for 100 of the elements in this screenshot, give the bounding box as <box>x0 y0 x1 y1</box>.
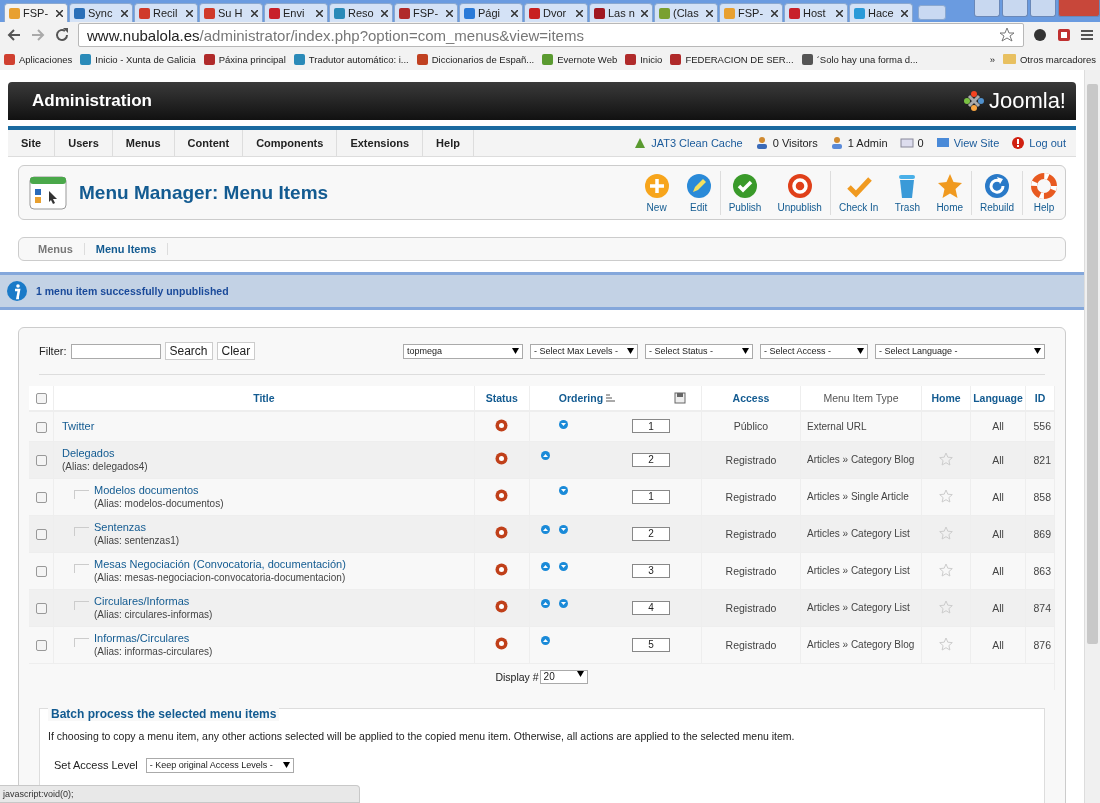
sort-icon[interactable] <box>606 394 617 402</box>
address-field[interactable]: www.nubalola.es/administrator/index.php?option=com_menus&view=items <box>78 23 1024 47</box>
scrollbar-thumb[interactable] <box>1087 84 1098 644</box>
up-arrow-icon[interactable] <box>540 599 550 608</box>
order-field[interactable]: 3 <box>632 563 670 578</box>
toolbar-button[interactable]: New <box>635 168 678 217</box>
status-link[interactable]: JAT3 Clean Cache <box>651 137 743 149</box>
close-icon[interactable] <box>56 9 63 17</box>
close-icon[interactable] <box>121 9 128 17</box>
clear-button[interactable]: Clear <box>216 342 256 360</box>
close-icon[interactable] <box>576 9 583 17</box>
close-icon[interactable] <box>511 9 518 17</box>
toolbar-button[interactable]: Help <box>1023 168 1065 217</box>
up-arrow-icon[interactable] <box>540 525 550 534</box>
menu-item[interactable]: Menus <box>112 130 175 156</box>
down-arrow-icon[interactable] <box>558 419 568 429</box>
filter-field[interactable] <box>70 343 161 359</box>
row-checkbox[interactable] <box>35 421 47 433</box>
status-link[interactable]: 1 Admin <box>847 137 888 149</box>
toolbar-button[interactable]: Check In <box>830 168 887 217</box>
bookmark[interactable]: FEDERACION DE SER... <box>685 53 794 65</box>
select-dropdown[interactable]: topmega <box>403 343 523 359</box>
status-link[interactable]: 0 Visitors <box>772 137 818 149</box>
menu-item[interactable]: Content <box>174 130 244 156</box>
down-arrow-icon[interactable] <box>558 486 568 495</box>
unpublished-icon[interactable] <box>495 563 509 576</box>
item-title-link[interactable]: Mesas Negociación (Convocatoria, documentación) <box>94 558 346 570</box>
star-icon[interactable] <box>939 488 953 503</box>
unpublished-icon[interactable] <box>495 489 509 502</box>
down-arrow-icon[interactable] <box>558 525 568 534</box>
browser-tab[interactable]: FSP- <box>4 3 68 22</box>
browser-tab[interactable]: Las n <box>589 3 653 22</box>
browser-tab[interactable]: FSP- <box>394 3 458 22</box>
status-link[interactable]: Log out <box>1029 137 1066 149</box>
row-checkbox[interactable] <box>35 491 47 503</box>
select-dropdown[interactable]: - Select Max Levels - <box>530 343 638 359</box>
status-link[interactable]: 0 <box>917 137 924 149</box>
submenu-tab[interactable]: Menu Items <box>84 243 169 255</box>
select-dropdown[interactable]: - Select Access - <box>760 343 868 359</box>
save-icon[interactable] <box>674 392 686 404</box>
select-all-checkbox[interactable] <box>35 393 47 405</box>
item-title-link[interactable]: Sentenzas <box>94 521 180 533</box>
star-icon[interactable] <box>939 599 953 614</box>
menu-item[interactable]: Help <box>423 130 474 156</box>
maximize-button[interactable] <box>1030 0 1056 17</box>
row-checkbox[interactable] <box>35 454 47 466</box>
item-title-link[interactable]: Informas/Circulares <box>94 632 213 644</box>
row-checkbox[interactable] <box>35 528 47 540</box>
star-icon[interactable] <box>999 27 1015 43</box>
close-icon[interactable] <box>251 9 258 17</box>
browser-tab[interactable]: Hace <box>849 3 913 22</box>
star-icon[interactable] <box>939 562 953 577</box>
row-checkbox[interactable] <box>35 602 47 614</box>
item-title-link[interactable]: Twitter <box>62 420 95 433</box>
order-field[interactable]: 1 <box>632 489 670 504</box>
bookmark[interactable]: Inicio - Xunta de Galicia <box>95 53 196 65</box>
up-arrow-icon[interactable] <box>540 562 550 571</box>
status-link[interactable]: View Site <box>953 137 1000 149</box>
close-icon[interactable] <box>901 9 908 17</box>
bookmark-folder[interactable]: Otros marcadores <box>1019 53 1096 65</box>
close-icon[interactable] <box>771 9 778 17</box>
minimize-button[interactable] <box>1002 0 1028 17</box>
reload-icon[interactable] <box>54 27 70 43</box>
menu-icon[interactable] <box>1080 28 1094 42</box>
column-header[interactable]: Title <box>253 392 275 404</box>
browser-tab[interactable]: Recil <box>134 3 198 22</box>
browser-tab[interactable]: Sync <box>69 3 133 22</box>
toolbar-button[interactable]: Edit <box>677 168 720 217</box>
column-header[interactable]: Ordering <box>558 392 604 404</box>
user-button[interactable] <box>974 0 1000 17</box>
submenu-tab[interactable]: Menus <box>27 243 85 255</box>
search-button[interactable]: Search <box>164 342 213 360</box>
menu-item[interactable]: Users <box>55 130 113 156</box>
menu-item[interactable]: Components <box>243 130 338 156</box>
more-bookmarks-button[interactable]: » <box>989 53 995 65</box>
down-arrow-icon[interactable] <box>558 599 568 608</box>
unpublished-icon[interactable] <box>495 418 509 432</box>
star-icon[interactable] <box>939 525 953 540</box>
close-icon[interactable] <box>186 9 193 17</box>
close-icon[interactable] <box>316 9 323 17</box>
toolbar-button[interactable]: Trash <box>886 168 929 217</box>
select-dropdown[interactable]: - Select Status - <box>645 343 753 359</box>
up-arrow-icon[interactable] <box>540 451 550 460</box>
bookmark[interactable]: Inicio <box>640 53 663 65</box>
toolbar-button[interactable]: Rebuild <box>972 168 1022 217</box>
menu-item[interactable]: Site <box>8 130 56 156</box>
browser-tab[interactable]: Su H <box>199 3 263 22</box>
select-dropdown[interactable]: - Keep original Access Levels - <box>145 757 294 773</box>
down-arrow-icon[interactable] <box>558 562 568 571</box>
browser-tab[interactable]: Envi <box>264 3 328 22</box>
bookmark[interactable]: ´Solo hay una forma d... <box>816 53 918 65</box>
bookmark[interactable]: Diccionarios de Españ... <box>431 53 535 65</box>
up-arrow-icon[interactable] <box>540 636 550 645</box>
unpublished-icon[interactable] <box>495 526 509 539</box>
extension-icon[interactable] <box>1032 27 1048 43</box>
row-checkbox[interactable] <box>35 565 47 577</box>
close-icon[interactable] <box>641 9 648 17</box>
column-header[interactable]: Access <box>732 392 770 404</box>
star-icon[interactable] <box>939 636 953 651</box>
row-checkbox[interactable] <box>35 639 47 651</box>
